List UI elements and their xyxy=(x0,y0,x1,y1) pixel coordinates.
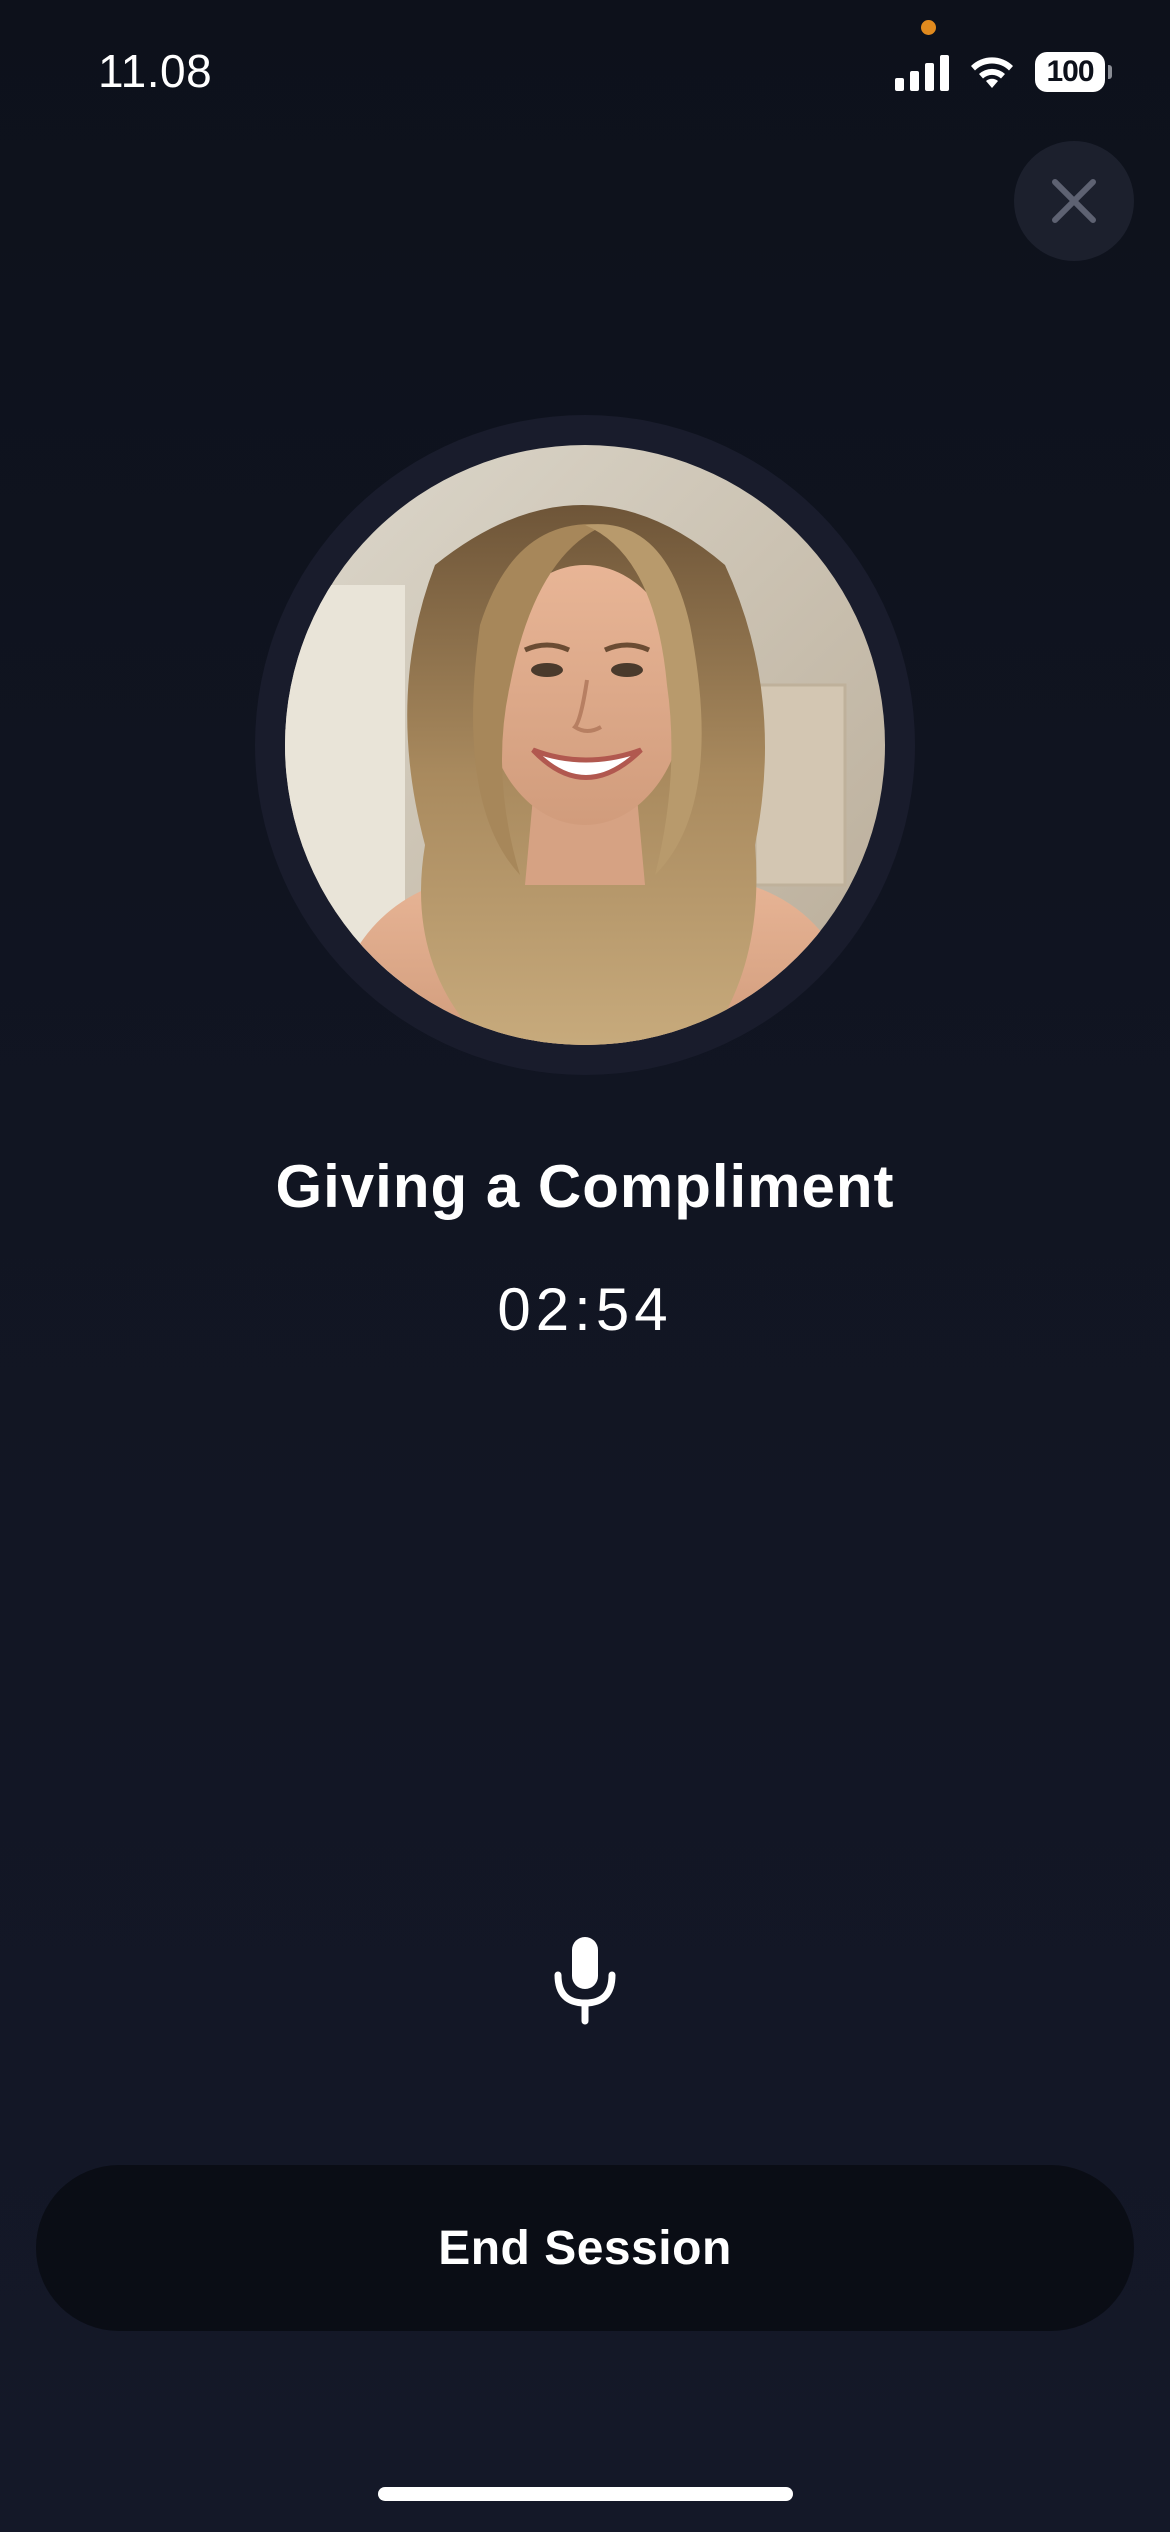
battery-cap xyxy=(1108,65,1112,79)
avatar-ring xyxy=(255,415,915,1075)
avatar xyxy=(285,445,885,1045)
session-title: Giving a Compliment xyxy=(275,1153,895,1220)
microphone-icon xyxy=(554,1937,616,2025)
wifi-icon xyxy=(971,57,1013,88)
status-time: 11.08 xyxy=(98,45,213,97)
session-timer: 02:54 xyxy=(497,1276,673,1343)
close-icon xyxy=(1052,179,1096,223)
microphone-button[interactable] xyxy=(535,1930,635,2030)
profile-photo xyxy=(285,445,885,1045)
close-button[interactable] xyxy=(1014,141,1134,261)
battery-level: 100 xyxy=(1035,52,1105,92)
status-icons: 100 xyxy=(895,52,1112,92)
end-session-button[interactable]: End Session xyxy=(36,2165,1134,2331)
cellular-signal-icon xyxy=(895,53,949,91)
home-indicator[interactable] xyxy=(378,2487,793,2501)
battery-icon: 100 xyxy=(1035,52,1112,92)
privacy-indicator-dot xyxy=(921,20,936,35)
